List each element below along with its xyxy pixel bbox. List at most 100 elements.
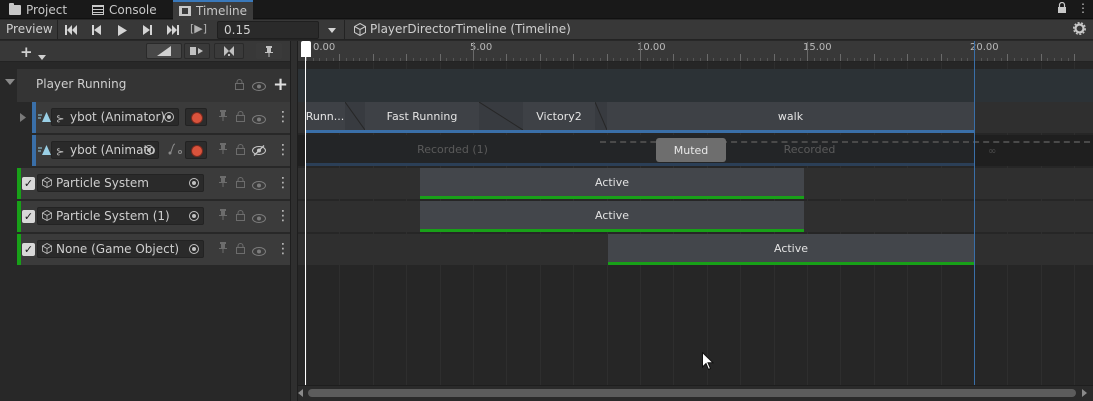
ruler-subtick xyxy=(366,58,367,61)
clip-edit-mode-replace-button[interactable] xyxy=(214,43,244,59)
director-breadcrumb[interactable]: PlayerDirectorTimeline (Timeline) xyxy=(370,22,571,36)
scroll-left-icon[interactable] xyxy=(298,389,303,397)
ruler-subtick xyxy=(867,58,868,61)
track-menu-icon[interactable]: ⋮ xyxy=(276,175,290,191)
clip-edit-mode-mix-button[interactable] xyxy=(146,43,182,59)
add-track-to-group-button[interactable]: + xyxy=(273,74,288,95)
play-icon[interactable] xyxy=(111,21,133,39)
ruler-subtick xyxy=(967,58,968,61)
playhead-handle[interactable] xyxy=(301,41,311,57)
ruler-subtick xyxy=(426,58,427,61)
ruler-subtick xyxy=(921,58,922,61)
timeline-selector-dropdown-icon[interactable] xyxy=(322,21,342,39)
ruler-subtick xyxy=(1068,58,1069,61)
animation-clip[interactable]: walk xyxy=(607,102,974,133)
activation-clip[interactable]: Active xyxy=(420,201,804,229)
animator-binding-field[interactable]: ⊱ ybot (Animato xyxy=(51,141,159,159)
chevron-down-icon[interactable] xyxy=(38,49,46,63)
gear-icon[interactable] xyxy=(1072,21,1087,38)
ruler-tick xyxy=(373,54,374,61)
track-menu-icon[interactable]: ⋮ xyxy=(276,241,290,257)
animation-clip[interactable]: Victory2 xyxy=(523,102,595,133)
lock-icon[interactable] xyxy=(236,210,245,224)
eye-slash-icon[interactable] xyxy=(252,145,266,159)
scrollbar-thumb[interactable] xyxy=(308,389,1076,397)
eye-icon[interactable] xyxy=(252,245,266,259)
lock-icon[interactable] xyxy=(236,177,245,191)
object-picker-icon[interactable] xyxy=(189,244,199,254)
ruler-subtick xyxy=(647,58,648,61)
object-picker-icon[interactable] xyxy=(189,211,199,221)
track-enabled-checkbox[interactable]: ✓ xyxy=(22,177,35,190)
ruler-subtick xyxy=(546,58,547,61)
curves-icon[interactable] xyxy=(168,143,182,158)
object-picker-icon[interactable] xyxy=(164,112,174,122)
animation-clip[interactable]: Runn... xyxy=(305,102,345,133)
clip-edit-mode-ripple-button[interactable] xyxy=(184,43,210,59)
track-enabled-checkbox[interactable]: ✓ xyxy=(22,210,35,223)
ruler-subtick xyxy=(687,58,688,61)
gameobject-binding-field[interactable]: Particle System xyxy=(37,174,204,192)
more-options-icon[interactable]: ⋮ xyxy=(1077,1,1089,15)
lock-icon[interactable] xyxy=(236,144,245,158)
folder-icon xyxy=(9,2,21,15)
next-frame-icon[interactable] xyxy=(136,21,158,39)
tab-label: Console xyxy=(109,2,157,17)
current-time-field[interactable]: 0.15 xyxy=(217,21,319,39)
track-menu-icon[interactable]: ⋮ xyxy=(276,142,290,158)
gameobject-binding-field[interactable]: Particle System (1) xyxy=(37,207,204,225)
eye-icon[interactable] xyxy=(252,80,266,94)
lock-icon[interactable] xyxy=(236,243,245,257)
frame-mode-button[interactable]: [▶] xyxy=(190,22,207,35)
pin-icon[interactable] xyxy=(256,43,282,59)
prev-frame-icon[interactable] xyxy=(86,21,108,39)
record-button[interactable] xyxy=(185,108,207,126)
object-picker-icon[interactable] xyxy=(189,178,199,188)
foldout-arrow-icon[interactable] xyxy=(5,79,15,85)
pin-icon[interactable] xyxy=(219,209,227,223)
gameobject-cube-icon xyxy=(42,177,52,191)
goto-end-icon[interactable] xyxy=(162,21,184,39)
activation-bar xyxy=(420,229,804,232)
activation-clip[interactable]: Active xyxy=(608,234,974,262)
pin-icon[interactable] xyxy=(219,242,227,256)
record-button[interactable] xyxy=(185,141,207,159)
animation-clip[interactable]: Fast Running xyxy=(365,102,479,133)
avatar-icon: ⊱ xyxy=(56,147,65,158)
track-group-title: Player Running xyxy=(36,77,127,91)
eye-icon[interactable] xyxy=(252,179,266,193)
track-enabled-checkbox[interactable]: ✓ xyxy=(22,243,35,256)
animator-binding-field[interactable]: ⊱ ybot (Animator) xyxy=(51,108,179,126)
object-picker-icon[interactable] xyxy=(144,145,154,155)
pin-icon[interactable] xyxy=(219,176,227,190)
ruler-subtick xyxy=(567,58,568,61)
panel-splitter[interactable] xyxy=(290,41,298,401)
ruler-subtick xyxy=(393,58,394,61)
tab-project[interactable]: Project xyxy=(3,0,73,19)
gameobject-binding-field[interactable]: None (Game Object) xyxy=(37,240,204,258)
add-track-button[interactable]: + xyxy=(20,43,33,61)
ruler-tick xyxy=(1007,54,1008,61)
toolbar-separator xyxy=(344,20,345,40)
scroll-right-icon[interactable] xyxy=(1082,389,1087,397)
tab-timeline[interactable]: Timeline xyxy=(173,0,254,20)
preview-button[interactable]: Preview xyxy=(6,22,53,36)
console-icon xyxy=(92,4,104,15)
eye-icon[interactable] xyxy=(252,212,266,226)
pin-icon[interactable] xyxy=(219,110,227,124)
playhead-line[interactable] xyxy=(305,41,306,385)
track-menu-icon[interactable]: ⋮ xyxy=(276,208,290,224)
recorded-clip[interactable]: Recorded (1) xyxy=(305,135,600,166)
tab-console[interactable]: Console xyxy=(86,0,163,19)
ruler-tick xyxy=(1074,54,1075,61)
lock-icon[interactable] xyxy=(235,79,244,93)
pin-icon[interactable] xyxy=(219,143,227,157)
eye-icon[interactable] xyxy=(252,113,266,127)
lock-icon[interactable] xyxy=(236,111,245,125)
avatar-icon: ⊱ xyxy=(56,114,65,125)
track-menu-icon[interactable]: ⋮ xyxy=(276,109,290,125)
activation-clip[interactable]: Active xyxy=(420,168,804,196)
lock-icon[interactable] xyxy=(1057,1,1067,13)
foldout-arrow-icon[interactable] xyxy=(20,111,26,125)
goto-start-icon[interactable] xyxy=(60,21,82,39)
